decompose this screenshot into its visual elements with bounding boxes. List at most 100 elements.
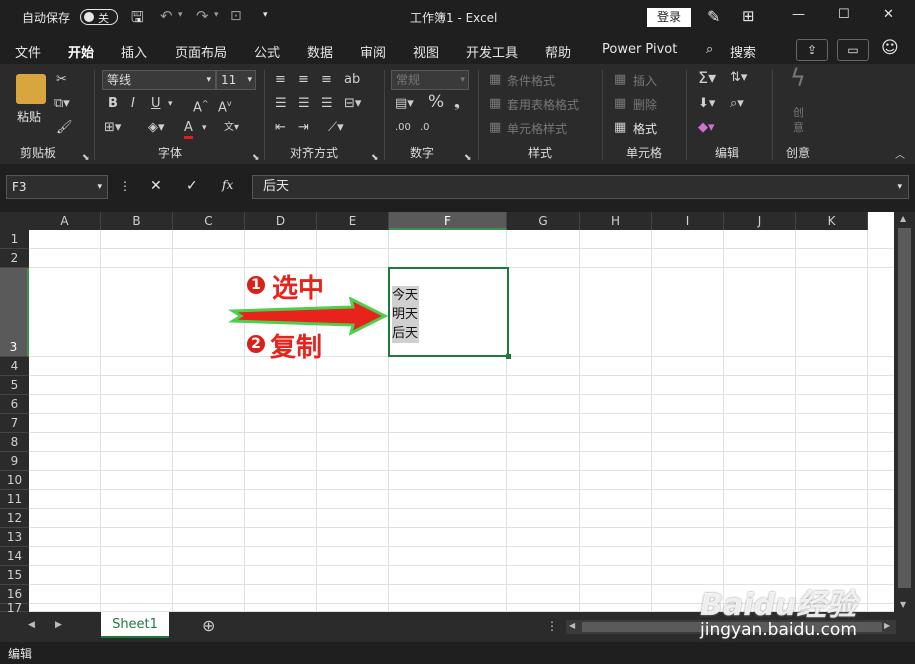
column-header-c[interactable]: C	[173, 212, 245, 230]
cancel-entry-icon[interactable]: ✕	[150, 178, 162, 194]
decrease-font-icon[interactable]: Av	[218, 96, 232, 116]
vertical-scrollbar[interactable]: ▲ ▼	[894, 212, 915, 612]
collapse-ribbon-icon[interactable]: ︿	[895, 148, 905, 164]
formula-input[interactable]: 后天 ▾	[252, 175, 909, 199]
decrease-decimal-icon[interactable]: .0	[420, 120, 430, 136]
align-right-icon[interactable]: ☰	[321, 96, 333, 112]
row-header-6[interactable]: 6	[0, 395, 29, 414]
row-header-13[interactable]: 13	[0, 528, 29, 547]
column-header-k[interactable]: K	[796, 212, 868, 230]
scroll-left-icon[interactable]: ◀	[569, 621, 575, 630]
select-all-corner[interactable]	[0, 212, 29, 230]
scroll-right-icon[interactable]: ▶	[884, 621, 890, 630]
orientation-icon[interactable]: ⟋▾	[328, 120, 344, 136]
align-top-icon[interactable]: ≡	[275, 72, 286, 88]
border-icon[interactable]: ⊞▾	[104, 120, 121, 136]
fill-color-icon[interactable]: ◈▾	[148, 120, 165, 136]
align-left-icon[interactable]: ☰	[275, 96, 287, 112]
format-as-table-button[interactable]: 套用表格格式	[507, 96, 579, 113]
delete-cells-button[interactable]: 删除	[633, 96, 657, 113]
tab-insert[interactable]: 插入	[121, 42, 147, 61]
spreadsheet-grid[interactable]: ABCDEFGHIJK 1 2 3 4 5 6 7 8 9 10 11 12 13 14 15 16 17 今天…	[0, 212, 915, 614]
tab-formulas[interactable]: 公式	[254, 42, 280, 61]
font-color-icon[interactable]: A	[184, 120, 193, 139]
camera-icon[interactable]: ⊡	[230, 8, 242, 24]
delete-cells-icon[interactable]: ▦	[614, 96, 626, 112]
conditional-format-icon[interactable]: ▦	[489, 72, 501, 88]
vertical-scroll-thumb[interactable]	[898, 228, 911, 588]
ideas-icon[interactable]: ϟ	[790, 66, 806, 90]
column-header-h[interactable]: H	[580, 212, 652, 230]
column-header-d[interactable]: D	[245, 212, 317, 230]
font-size-select[interactable]: 11 ▾	[216, 70, 256, 90]
row-header-10[interactable]: 10	[0, 471, 29, 490]
column-header-a[interactable]: A	[29, 212, 101, 230]
login-button[interactable]: 登录	[647, 8, 691, 27]
fill-handle[interactable]	[506, 354, 511, 359]
tab-data[interactable]: 数据	[307, 42, 333, 61]
format-painter-icon[interactable]: 🖌	[56, 120, 73, 136]
tab-home[interactable]: 开始	[68, 42, 95, 68]
column-header-j[interactable]: J	[724, 212, 796, 230]
tab-search[interactable]: 搜索	[730, 42, 756, 61]
customize-qat-icon[interactable]: ▾	[263, 10, 268, 20]
underline-dropdown-icon[interactable]: ▾	[168, 96, 173, 112]
row-header-9[interactable]: 9	[0, 452, 29, 471]
tab-review[interactable]: 审阅	[360, 42, 386, 61]
align-middle-icon[interactable]: ≡	[298, 72, 309, 88]
cell-F3[interactable]: 今天 明天 后天	[388, 267, 511, 359]
redo-icon[interactable]: ↷	[196, 7, 209, 25]
cell-styles-icon[interactable]: ▦	[489, 120, 501, 136]
cut-icon[interactable]: ✂	[56, 72, 67, 88]
undo-icon[interactable]: ↶	[160, 7, 173, 25]
number-format-select[interactable]: 常规 ▾	[391, 70, 469, 90]
merge-center-icon[interactable]: ⊟▾	[344, 96, 361, 112]
accounting-format-icon[interactable]: ▤▾	[395, 96, 414, 112]
bold-button[interactable]: B	[108, 96, 118, 112]
tab-page-layout[interactable]: 页面布局	[175, 42, 227, 61]
prev-sheet-icon[interactable]: ◀	[28, 620, 35, 630]
tab-developer[interactable]: 开发工具	[466, 42, 518, 61]
italic-button[interactable]: I	[131, 96, 135, 112]
maximize-button[interactable]: ☐	[838, 7, 850, 22]
column-header-b[interactable]: B	[101, 212, 173, 230]
align-center-icon[interactable]: ☰	[298, 96, 310, 112]
row-header-1[interactable]: 1	[0, 230, 29, 249]
font-color-dropdown-icon[interactable]: ▾	[202, 120, 207, 136]
row-header-17[interactable]: 17	[0, 602, 29, 614]
tab-view[interactable]: 视图	[413, 42, 439, 61]
sort-filter-icon[interactable]: ⇅▾	[730, 70, 747, 86]
next-sheet-icon[interactable]: ▶	[55, 620, 62, 630]
wrap-text-icon[interactable]: ab	[344, 72, 360, 88]
row-header-12[interactable]: 12	[0, 509, 29, 528]
minimize-button[interactable]: —	[792, 7, 805, 22]
comment-icon[interactable]: ▭	[837, 39, 869, 61]
row-header-7[interactable]: 7	[0, 414, 29, 433]
row-header-3[interactable]: 3	[0, 268, 29, 357]
tab-help[interactable]: 帮助	[545, 42, 571, 61]
percent-button[interactable]: %	[428, 94, 444, 111]
paste-icon[interactable]	[16, 74, 46, 104]
underline-button[interactable]: U	[151, 96, 161, 112]
close-button[interactable]: ✕	[883, 7, 894, 22]
pen-icon[interactable]: ✎	[707, 7, 720, 26]
format-cells-icon[interactable]: ▦	[614, 120, 626, 136]
increase-font-icon[interactable]: A^	[193, 96, 209, 116]
paste-button[interactable]: 粘贴	[17, 108, 41, 125]
font-name-select[interactable]: 等线 ▾	[102, 70, 216, 90]
row-header-8[interactable]: 8	[0, 433, 29, 452]
conditional-format-button[interactable]: 条件格式	[507, 72, 555, 89]
row-header-4[interactable]: 4	[0, 357, 29, 376]
row-header-5[interactable]: 5	[0, 376, 29, 395]
row-header-15[interactable]: 15	[0, 566, 29, 585]
tab-split-icon[interactable]: ⋮	[546, 619, 558, 633]
tab-file[interactable]: 文件	[15, 42, 41, 61]
share-icon[interactable]: ⇪	[796, 39, 828, 61]
save-icon[interactable]: 🖫	[131, 7, 144, 32]
cell-styles-button[interactable]: 单元格样式	[507, 120, 567, 137]
scroll-up-icon[interactable]: ▲	[900, 214, 906, 223]
tab-power-pivot[interactable]: Power Pivot	[602, 42, 677, 57]
copy-icon[interactable]: ⧉▾	[54, 96, 70, 112]
add-sheet-icon[interactable]: ⊕	[202, 616, 215, 635]
decrease-indent-icon[interactable]: ⇤	[275, 120, 286, 136]
